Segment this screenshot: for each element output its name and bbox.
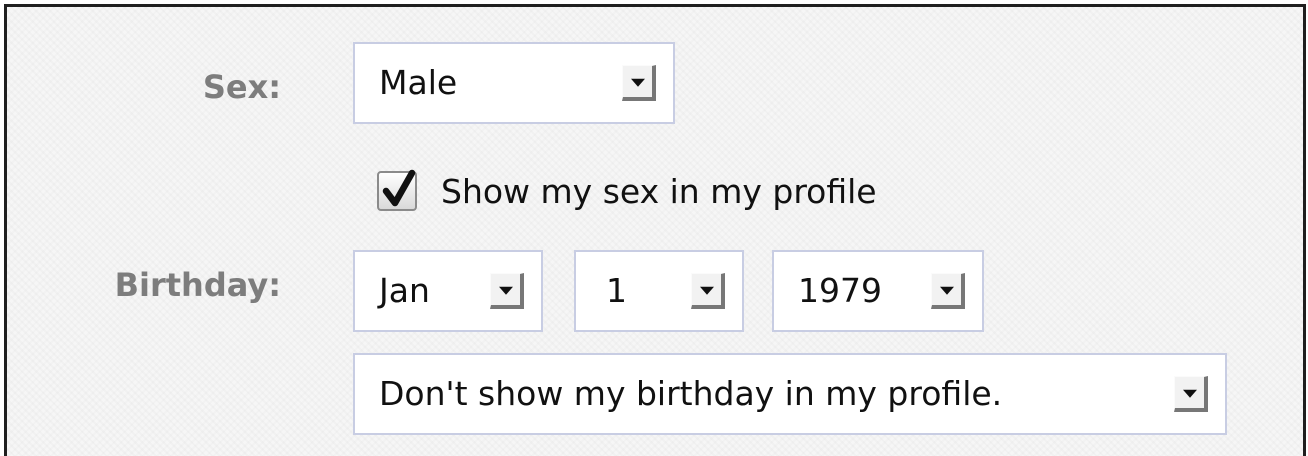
sex-select-value: Male xyxy=(379,63,458,102)
sex-label: Sex: xyxy=(202,68,281,106)
checkmark-icon xyxy=(382,169,416,207)
show-sex-label[interactable]: Show my sex in my profile xyxy=(441,172,877,212)
birthday-visibility-select[interactable]: Don't show my birthday in my profile. xyxy=(353,353,1227,435)
birth-year-select[interactable]: 1979 xyxy=(772,250,984,332)
chevron-down-icon[interactable] xyxy=(490,273,524,309)
chevron-down-icon[interactable] xyxy=(931,273,965,309)
sex-select[interactable]: Male xyxy=(353,42,675,124)
chevron-down-icon[interactable] xyxy=(1174,376,1208,412)
birth-month-select[interactable]: Jan xyxy=(353,250,543,332)
birth-year-value: 1979 xyxy=(798,271,882,310)
birth-day-value: 1 xyxy=(606,271,627,310)
chevron-down-icon[interactable] xyxy=(622,65,656,101)
show-sex-checkbox[interactable] xyxy=(377,169,417,211)
settings-panel: Sex: Male Show my sex in my profile Birt… xyxy=(4,4,1306,456)
birth-month-value: Jan xyxy=(379,271,430,310)
birthday-visibility-value: Don't show my birthday in my profile. xyxy=(379,374,1003,413)
chevron-down-icon[interactable] xyxy=(691,273,725,309)
birthday-label: Birthday: xyxy=(114,266,281,304)
birth-day-select[interactable]: 1 xyxy=(574,250,744,332)
